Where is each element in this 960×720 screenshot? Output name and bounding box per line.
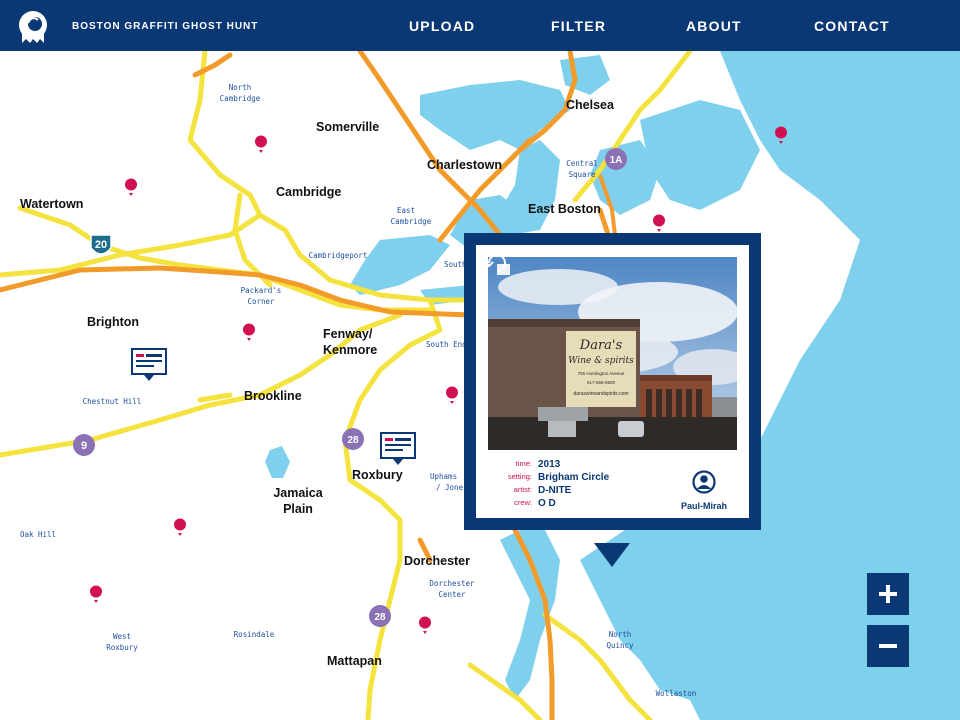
map-pin-icon[interactable] (173, 518, 187, 538)
uploader-name[interactable]: Paul-Mirah (674, 501, 734, 511)
label-small: Rosindale (233, 630, 275, 639)
map-pin-icon[interactable] (774, 126, 788, 146)
nav-filter[interactable]: FILTER (551, 18, 606, 34)
photo-sign-type: Wine & spirits (568, 356, 634, 366)
label-east-boston: East Boston (528, 202, 601, 216)
label-small: North (228, 83, 252, 92)
label-dorchester: Dorchester (404, 554, 470, 568)
route-9-shield-icon: 9 (72, 433, 96, 462)
nav-upload[interactable]: UPLOAD (409, 18, 475, 34)
nav-about[interactable]: ABOUT (686, 18, 742, 34)
zoom-out-button[interactable] (867, 625, 909, 667)
label-kenmore: Kenmore (323, 343, 378, 357)
label-charlestown: Charlestown (427, 158, 503, 172)
label-brighton: Brighton (87, 315, 140, 329)
detail-row-time: time: 2013 (476, 459, 676, 471)
map-pin-icon[interactable] (89, 585, 103, 605)
detail-key: crew: (514, 498, 532, 507)
top-nav-bar: BOSTON GRAFFITI GHOST HUNT UPLOAD FILTER… (0, 0, 960, 51)
site-title[interactable]: BOSTON GRAFFITI GHOST HUNT (72, 21, 258, 32)
label-small: East (396, 206, 416, 215)
label-small: Dorchester (429, 579, 475, 588)
label-small: Cambridge (219, 94, 261, 103)
label-small: Cambridge (390, 217, 432, 226)
photo-sign-web: daraswineandspirits.com (573, 391, 628, 397)
label-brookline: Brookline (244, 389, 302, 403)
detail-key: setting: (507, 472, 532, 481)
uploader-profile[interactable]: Paul-Mirah (674, 470, 734, 511)
rotate-photo-icon[interactable] (485, 253, 511, 277)
popup-card: Dara's Wine & spirits 756 Huntington Ave… (476, 245, 749, 518)
label-roxbury: Roxbury (352, 468, 403, 482)
detail-row-artist: artist: D-NITE (476, 485, 676, 497)
label-small: Packard's (240, 286, 282, 295)
label-small: Quincy (606, 641, 634, 650)
label-chelsea: Chelsea (566, 98, 614, 112)
route-1a-label: 1A (610, 155, 623, 166)
label-small: Cambridgeport (308, 251, 368, 260)
route-20-shield-icon: 20 (88, 232, 114, 263)
detail-key: artist: (513, 485, 532, 494)
user-avatar-icon[interactable] (692, 470, 716, 494)
detail-value: Brigham Circle (538, 472, 610, 483)
label-small: Square (568, 170, 596, 179)
map-pin-icon[interactable] (242, 323, 256, 343)
route-28-shield-icon: 28 (341, 427, 365, 456)
label-small: Chestnut Hill (82, 397, 142, 406)
label-small: Central (566, 159, 598, 168)
label-fenway: Fenway/ (323, 327, 373, 341)
map-pin-icon[interactable] (418, 616, 432, 636)
photo-sign-name: Dara's (579, 338, 623, 353)
ghost-logo-icon[interactable] (16, 9, 50, 45)
route-9-label: 9 (81, 440, 87, 452)
detail-row-crew: crew: O D (476, 498, 676, 510)
label-mattapan: Mattapan (327, 654, 382, 668)
detail-value[interactable]: D-NITE (538, 485, 571, 496)
label-watertown: Watertown (20, 197, 84, 211)
label-small: South End (426, 340, 467, 349)
detail-key: time: (515, 459, 532, 468)
map-pin-icon[interactable] (124, 178, 138, 198)
label-small: Oak Hill (19, 530, 57, 539)
label-small: / Jones (436, 483, 468, 492)
detail-value: 2013 (538, 459, 561, 470)
map-pin-icon[interactable] (445, 386, 459, 406)
zoom-in-button[interactable] (867, 573, 909, 615)
route-28-label: 28 (347, 435, 359, 446)
label-small: Wollaston (655, 689, 697, 698)
label-small: Center (438, 590, 466, 599)
route-28-shield-icon: 28 (368, 604, 392, 633)
route-1a-shield-icon: 1A (604, 147, 628, 176)
detail-row-setting: setting: Brigham Circle (476, 472, 676, 484)
popup-pointer (594, 543, 630, 567)
label-plain: Plain (283, 502, 313, 516)
label-small: South (444, 260, 467, 269)
label-small: Uphams (430, 472, 458, 481)
label-small: Roxbury (106, 643, 138, 652)
label-somerville: Somerville (316, 120, 380, 134)
label-small: West (112, 632, 132, 641)
label-small: North (608, 630, 632, 639)
plus-icon (879, 585, 897, 603)
label-cambridge: Cambridge (276, 185, 342, 199)
minus-icon (879, 644, 897, 648)
label-jamaica: Jamaica (273, 486, 323, 500)
map-pin-icon[interactable] (652, 214, 666, 234)
photo-sign-address: 756 Huntington Avenue (578, 371, 625, 376)
nav-contact[interactable]: CONTACT (814, 18, 890, 34)
graffiti-card-marker-icon[interactable] (380, 432, 416, 468)
graffiti-card-marker-icon[interactable] (131, 348, 167, 384)
map-pin-icon[interactable] (254, 135, 268, 155)
graffiti-detail-popup[interactable]: Dara's Wine & spirits 756 Huntington Ave… (464, 233, 761, 530)
route-28-label: 28 (374, 612, 386, 623)
label-small: Corner (247, 297, 275, 306)
photo-sign-phone: 617-566-6500 (587, 380, 616, 385)
detail-value[interactable]: O D (538, 498, 556, 509)
graffiti-photo[interactable]: Dara's Wine & spirits 756 Huntington Ave… (488, 257, 737, 450)
route-20-label: 20 (95, 239, 107, 251)
